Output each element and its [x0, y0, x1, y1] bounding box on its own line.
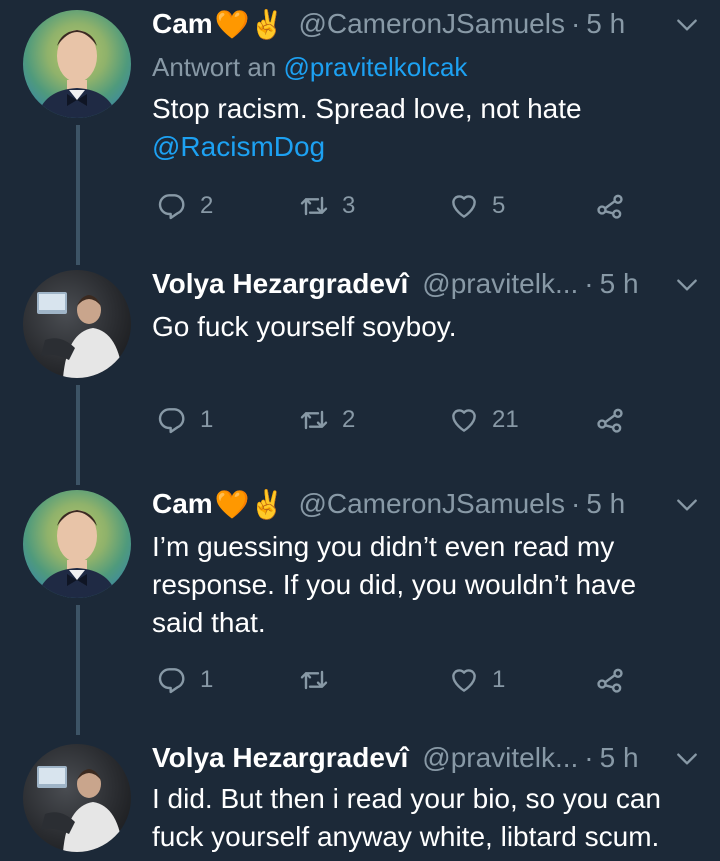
avatar-portrait-icon [37, 510, 117, 598]
reply-mention-link[interactable]: @pravitelkolcak [284, 52, 468, 82]
user-handle[interactable]: @CameronJSamuels [298, 488, 565, 520]
tweet-body: I’m guessing you didn’t even read my res… [152, 531, 637, 638]
avatar-photo-icon [37, 292, 123, 378]
tweet-text: I’m guessing you didn’t even read my res… [152, 528, 682, 642]
retweet-button[interactable]: 3 [298, 186, 355, 226]
reply-button[interactable]: 1 [156, 660, 213, 700]
tweet-header: Volya Hezargradevî @pravitelk... · 5 h [152, 738, 700, 778]
tweet-text: Go fuck yourself soyboy. [152, 308, 697, 346]
avatar-photo-icon [37, 766, 123, 852]
user-handle[interactable]: @CameronJSamuels [298, 8, 565, 40]
like-button[interactable]: 1 [448, 660, 505, 700]
tweet[interactable]: Volya Hezargradevî @pravitelk... · 5 h G… [0, 262, 720, 482]
retweet-icon [300, 670, 328, 690]
tweet-actions: 1 2 21 [152, 400, 652, 440]
like-count: 21 [492, 406, 519, 433]
timestamp[interactable]: 5 h [600, 742, 639, 774]
timestamp[interactable]: 5 h [586, 488, 625, 520]
mention-link[interactable]: @RacismDog [152, 128, 697, 166]
reply-icon [158, 668, 185, 694]
user-handle[interactable]: @pravitelk... [422, 742, 578, 774]
retweet-icon [300, 196, 328, 216]
reply-icon [158, 194, 185, 220]
retweet-button[interactable]: 2 [298, 400, 355, 440]
display-name[interactable]: Cam [152, 488, 213, 520]
like-button[interactable]: 5 [448, 186, 505, 226]
tweet-actions: 2 3 5 [152, 186, 652, 226]
retweet-count: 2 [342, 406, 356, 433]
share-button[interactable] [594, 186, 626, 226]
reply-count: 1 [200, 406, 214, 433]
display-name[interactable]: Volya Hezargradevî [152, 268, 408, 300]
heart-icon [452, 409, 476, 432]
share-icon [597, 194, 623, 219]
retweet-button[interactable] [298, 660, 342, 700]
display-name[interactable]: Cam [152, 8, 213, 40]
like-count: 1 [492, 666, 506, 693]
tweet[interactable]: Cam 🧡✌ @CameronJSamuels · 5 h I’m guessi… [0, 484, 720, 734]
heart-victory-emoji: 🧡✌ [214, 488, 285, 520]
tweet-header: Cam 🧡✌ @CameronJSamuels · 5 h [152, 484, 700, 524]
like-button[interactable]: 21 [448, 400, 519, 440]
timestamp[interactable]: 5 h [600, 268, 639, 300]
tweet[interactable]: Cam 🧡✌ @CameronJSamuels · 5 h Antwort an… [0, 0, 720, 260]
share-button[interactable] [594, 400, 626, 440]
separator-dot: · [570, 488, 581, 519]
separator-dot: · [584, 268, 594, 299]
chevron-down-icon[interactable] [674, 272, 700, 298]
heart-icon [452, 669, 476, 692]
separator-dot: · [584, 742, 594, 773]
avatar[interactable] [23, 490, 131, 598]
retweet-icon [300, 410, 328, 430]
tweet-text: I did. But then i read your bio, so you … [152, 780, 712, 856]
share-icon [597, 668, 623, 693]
tweet-text: Stop racism. Spread love, not hate @Raci… [152, 90, 697, 166]
reply-count: 1 [200, 666, 214, 693]
reply-context: Antwort an @pravitelkolcak [152, 52, 467, 83]
display-name[interactable]: Volya Hezargradevî [152, 742, 408, 774]
tweet-body: Go fuck yourself soyboy. [152, 311, 457, 342]
avatar[interactable] [23, 10, 131, 118]
reply-button[interactable]: 2 [156, 186, 213, 226]
tweet-body: Stop racism. Spread love, not hate [152, 93, 582, 124]
tweet-body: I did. But then i read your bio, so you … [152, 783, 661, 852]
share-button[interactable] [594, 660, 626, 700]
reply-prefix: Antwort an [152, 52, 277, 82]
chevron-down-icon[interactable] [674, 746, 700, 772]
avatar-portrait-icon [37, 30, 117, 118]
timestamp[interactable]: 5 h [586, 8, 625, 40]
retweet-count: 3 [342, 192, 356, 219]
like-count: 5 [492, 192, 506, 219]
heart-victory-emoji: 🧡✌ [214, 8, 285, 40]
tweet-header: Cam 🧡✌ @CameronJSamuels · 5 h [152, 4, 700, 44]
tweet-header: Volya Hezargradevî @pravitelk... · 5 h [152, 264, 700, 304]
tweet-actions: 1 1 [152, 660, 652, 700]
reply-icon [158, 408, 185, 434]
avatar[interactable] [23, 270, 131, 378]
avatar[interactable] [23, 744, 131, 852]
heart-icon [452, 195, 476, 218]
tweet[interactable]: Volya Hezargradevî @pravitelk... · 5 h I… [0, 738, 720, 861]
share-icon [597, 408, 623, 433]
chevron-down-icon[interactable] [674, 492, 700, 518]
separator-dot: · [570, 8, 581, 39]
reply-count: 2 [200, 192, 214, 219]
chevron-down-icon[interactable] [674, 12, 700, 38]
reply-button[interactable]: 1 [156, 400, 213, 440]
user-handle[interactable]: @pravitelk... [422, 268, 578, 300]
